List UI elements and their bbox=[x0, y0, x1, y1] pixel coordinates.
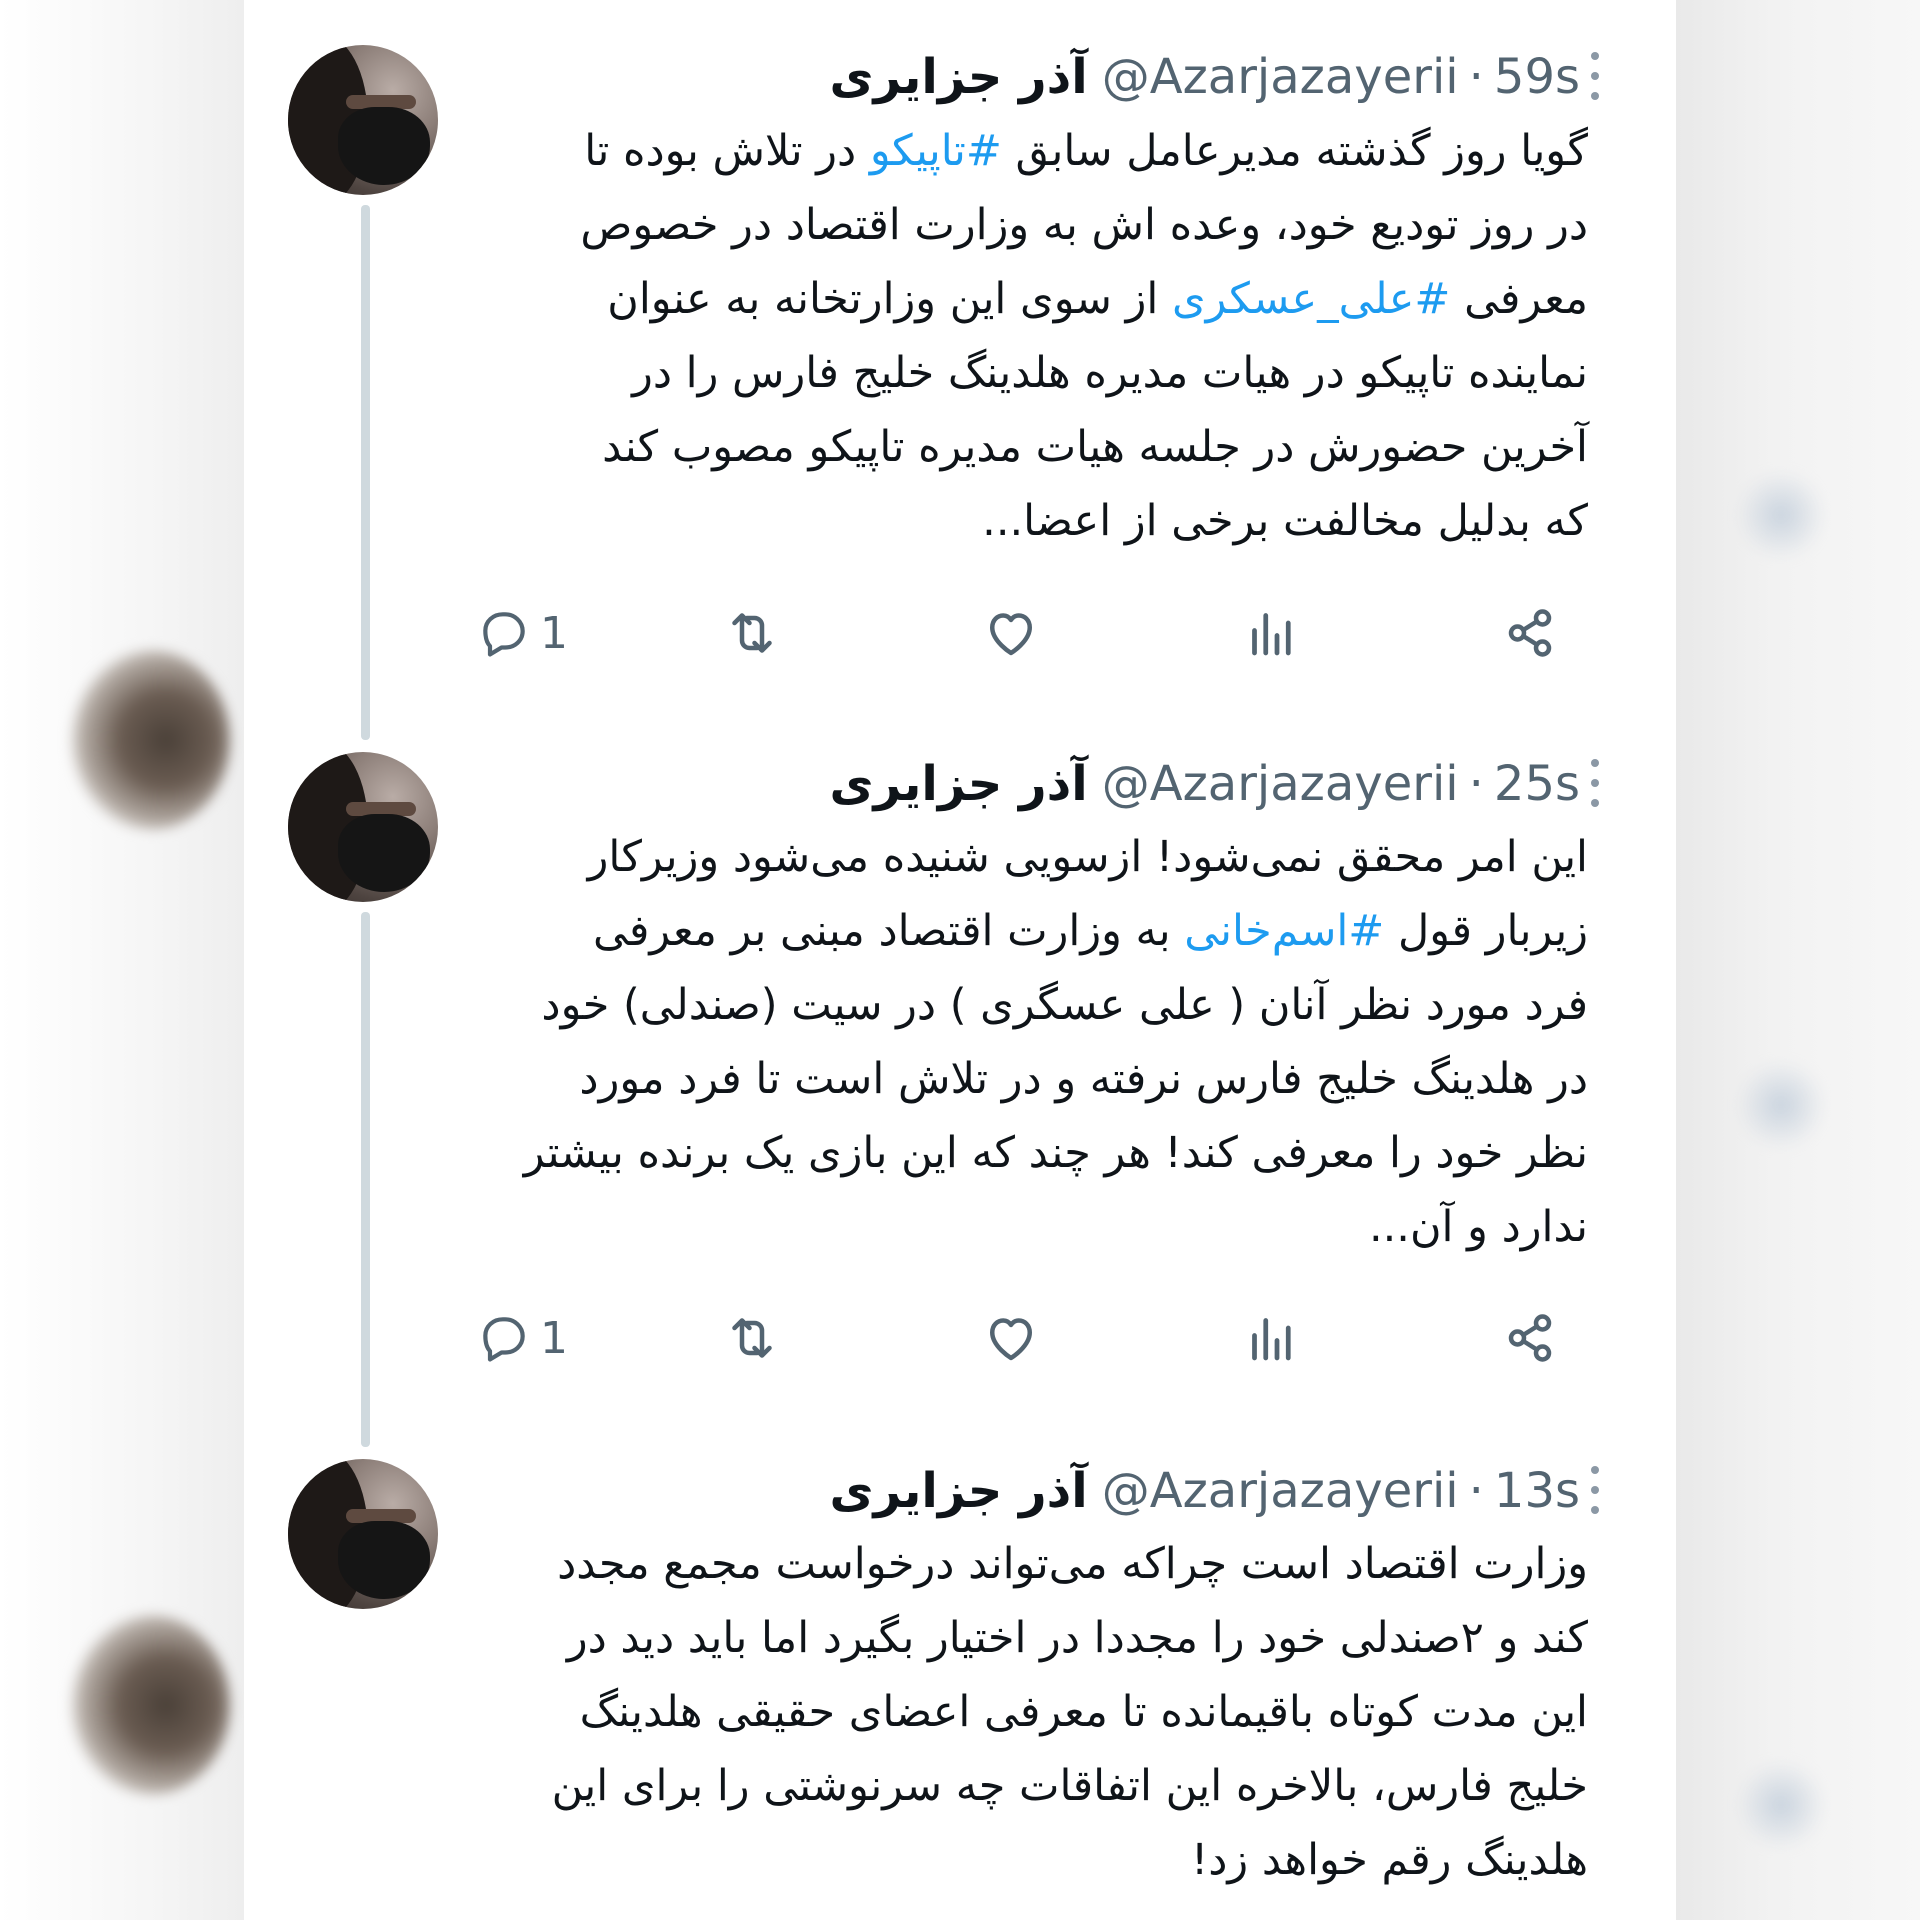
tweet-text-line: هلدینگ رقم خواهد زد! bbox=[1191, 1835, 1588, 1885]
tweet-text-line: خلیج فارس، بالاخره این اتفاقات چه سرنوشت… bbox=[551, 1761, 1588, 1811]
retweet-icon bbox=[732, 1318, 772, 1358]
tweet-text-line: در هلدینگ خلیج فارس نرفته و در تلاش است … bbox=[579, 1054, 1588, 1104]
more-icon[interactable] bbox=[1577, 1460, 1613, 1520]
blurred-avatar bbox=[70, 650, 230, 830]
blurred-element bbox=[1736, 1060, 1826, 1150]
avatar[interactable] bbox=[288, 45, 438, 195]
like-button[interactable] bbox=[981, 1303, 1041, 1373]
like-icon bbox=[990, 613, 1032, 656]
hashtag-link[interactable]: #علی_عسکری bbox=[1172, 274, 1450, 324]
separator-dot: · bbox=[1468, 756, 1484, 812]
display-name[interactable]: آذر جزایری bbox=[830, 49, 1088, 105]
tweet-text-line: نماینده تاپیکو در هیات مدیره هلدینگ خلیج… bbox=[632, 348, 1588, 398]
blurred-element bbox=[1736, 1760, 1826, 1850]
retweet-icon bbox=[732, 613, 772, 653]
tweet-text-line: آخرین حضورش در جلسه هیات مدیره تاپیکو مص… bbox=[602, 422, 1588, 472]
tweet-text-line: زیربار قول #اسم‌خانی به وزارت اقتصاد مبن… bbox=[593, 906, 1588, 956]
tweet-header: آذر جزایری @Azarjazayerii · 13s bbox=[476, 1456, 1580, 1526]
avatar[interactable] bbox=[288, 752, 438, 902]
reply-count: 1 bbox=[540, 1312, 568, 1364]
tweet-text-line: فرد مورد نظر آنان ( علی عسگری ) در سیت (… bbox=[541, 980, 1588, 1030]
tweet-actions: 1 bbox=[476, 1303, 1616, 1373]
tweet-text-line: نظر خود را معرفی کند! هر چند که این بازی… bbox=[523, 1128, 1588, 1178]
tweet-text-line: کند و ۲صندلی خود را مجددا در اختیار بگیر… bbox=[566, 1613, 1588, 1663]
timestamp[interactable]: 25s bbox=[1494, 756, 1580, 812]
share-button[interactable] bbox=[1500, 598, 1560, 668]
reply-button[interactable]: 1 bbox=[476, 1303, 568, 1373]
timestamp[interactable]: 59s bbox=[1494, 49, 1580, 105]
tweet-text-line: در روز تودیع خود، وعده اش به وزارت اقتصا… bbox=[580, 200, 1588, 250]
views-icon bbox=[1252, 613, 1291, 656]
retweet-button[interactable] bbox=[722, 598, 782, 668]
tweet-text: گویا روز گذشته مدیرعامل سابق #تاپیکو در … bbox=[476, 114, 1588, 558]
avatar[interactable] bbox=[288, 1459, 438, 1609]
separator-dot: · bbox=[1468, 1463, 1484, 1519]
retweet-button[interactable] bbox=[722, 1303, 782, 1373]
tweet-text-line: وزارت اقتصاد است چراکه می‌تواند درخواست … bbox=[557, 1539, 1588, 1589]
right-background-strip bbox=[1676, 0, 1920, 1920]
share-icon bbox=[1508, 1314, 1552, 1362]
hashtag-link[interactable]: #اسم‌خانی bbox=[1184, 906, 1384, 956]
blurred-avatar bbox=[70, 1615, 230, 1795]
reply-button[interactable]: 1 bbox=[476, 598, 568, 668]
reply-count: 1 bbox=[540, 607, 568, 659]
display-name[interactable]: آذر جزایری bbox=[830, 1463, 1088, 1519]
more-icon[interactable] bbox=[1577, 753, 1613, 813]
user-handle[interactable]: @Azarjazayerii bbox=[1102, 756, 1459, 812]
tweet-text-line: این امر محقق نمی‌شود! ازسویی شنیده می‌شو… bbox=[587, 832, 1588, 882]
tweet-text-line: ندارد و آن... bbox=[1368, 1202, 1588, 1252]
thread-connector-line bbox=[361, 205, 370, 740]
display-name[interactable]: آذر جزایری bbox=[830, 756, 1088, 812]
share-button[interactable] bbox=[1500, 1303, 1560, 1373]
reply-icon bbox=[483, 612, 525, 657]
reply-icon bbox=[483, 1317, 525, 1362]
thread-connector-line bbox=[361, 912, 370, 1447]
tweet-text: وزارت اقتصاد است چراکه می‌تواند درخواست … bbox=[476, 1527, 1588, 1897]
more-icon[interactable] bbox=[1577, 46, 1613, 106]
views-button[interactable] bbox=[1242, 598, 1302, 668]
timestamp[interactable]: 13s bbox=[1494, 1463, 1580, 1519]
share-icon bbox=[1508, 609, 1552, 657]
tweet-text-line: معرفی #علی_عسکری از سوی این وزارتخانه به… bbox=[607, 274, 1588, 324]
hashtag-link[interactable]: #تاپیکو bbox=[870, 126, 1002, 176]
tweet-text: این امر محقق نمی‌شود! ازسویی شنیده می‌شو… bbox=[476, 820, 1588, 1264]
timeline-feed: آذر جزایری @Azarjazayerii · 59s گویا روز… bbox=[244, 0, 1676, 1920]
tweet-header: آذر جزایری @Azarjazayerii · 25s bbox=[476, 749, 1580, 819]
views-button[interactable] bbox=[1242, 1303, 1302, 1373]
tweet-actions: 1 bbox=[476, 598, 1616, 668]
tweet-text-line: که بدلیل مخالفت برخی از اعضا... bbox=[982, 496, 1588, 546]
tweet-header: آذر جزایری @Azarjazayerii · 59s bbox=[476, 42, 1580, 112]
like-icon bbox=[990, 1318, 1032, 1361]
separator-dot: · bbox=[1468, 49, 1484, 105]
views-icon bbox=[1252, 1318, 1291, 1361]
user-handle[interactable]: @Azarjazayerii bbox=[1102, 1463, 1459, 1519]
user-handle[interactable]: @Azarjazayerii bbox=[1102, 49, 1459, 105]
like-button[interactable] bbox=[981, 598, 1041, 668]
tweet-text-line: گویا روز گذشته مدیرعامل سابق #تاپیکو در … bbox=[584, 126, 1588, 176]
left-background-strip bbox=[0, 0, 244, 1920]
blurred-element bbox=[1736, 470, 1826, 560]
tweet-text-line: این مدت کوتاه باقیمانده تا معرفی اعضای ح… bbox=[579, 1687, 1588, 1737]
